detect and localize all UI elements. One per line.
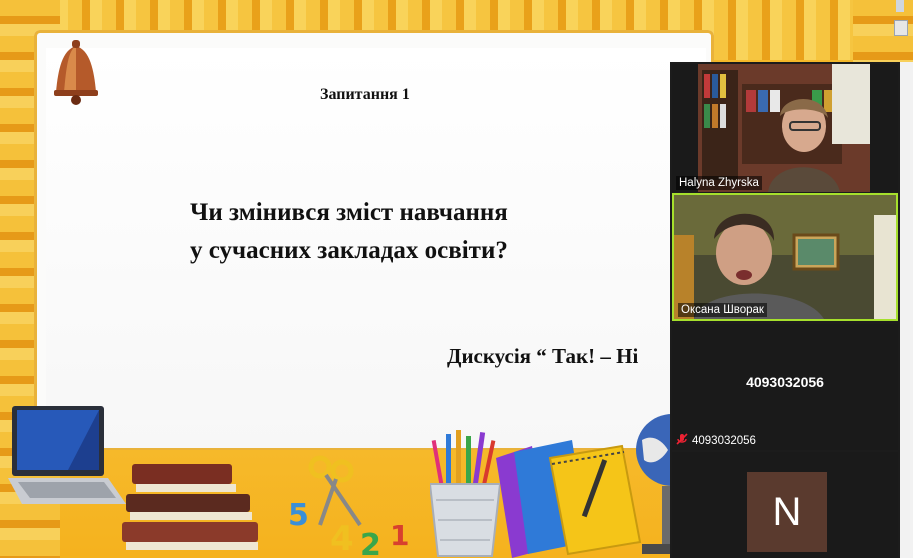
question-line-2: у сучасних закладах освіти? (190, 237, 508, 264)
question-line-1: Чи змінився зміст навчання (190, 199, 508, 226)
pencil-cup-illustration (430, 430, 500, 557)
stationery-illustration: 5 4 2 1 (290, 455, 409, 558)
participant-video-tile-active[interactable]: Оксана Шворак (672, 193, 898, 321)
participant-name-tag: 4093032056 (676, 433, 756, 448)
globe-illustration (636, 414, 672, 554)
scroll-arrow-up[interactable] (896, 0, 904, 12)
notebooks-illustration (496, 440, 642, 558)
svg-text:1: 1 (390, 519, 409, 552)
participant-tile-no-video[interactable]: 4093032056 4093032056 (672, 324, 898, 450)
window-edge-strip (900, 62, 913, 558)
svg-text:2: 2 (360, 528, 381, 558)
participant-name: Halyna Zhyrska (676, 176, 762, 190)
participant-tile-avatar[interactable]: N (672, 452, 898, 558)
window-scrollbar-thumb[interactable] (894, 20, 908, 36)
video-gallery-panel: Halyna Zhyrska Оксана Шворак 4093032056 (670, 62, 900, 558)
school-bell-icon (54, 40, 98, 105)
slide-question: Чи змінився зміст навчання у сучасних за… (190, 194, 660, 270)
laptop-illustration (8, 406, 126, 504)
avatar: N (747, 472, 827, 552)
books-illustration (122, 464, 258, 550)
svg-text:5: 5 (290, 498, 309, 533)
participant-name: Оксана Шворак (678, 303, 767, 317)
participant-video-tile[interactable]: Halyna Zhyrska (672, 64, 898, 192)
participant-name: 4093032056 (692, 434, 756, 447)
participant-center-label: 4093032056 (746, 374, 824, 390)
slide-title: Запитання 1 (320, 86, 410, 103)
slide-discussion-text: Дискусія “ Так! – Ні (447, 344, 639, 368)
participant-video-oksana (674, 195, 896, 319)
participant-video-halyna (698, 64, 870, 192)
mic-muted-icon (676, 433, 688, 448)
svg-text:4: 4 (330, 519, 354, 558)
